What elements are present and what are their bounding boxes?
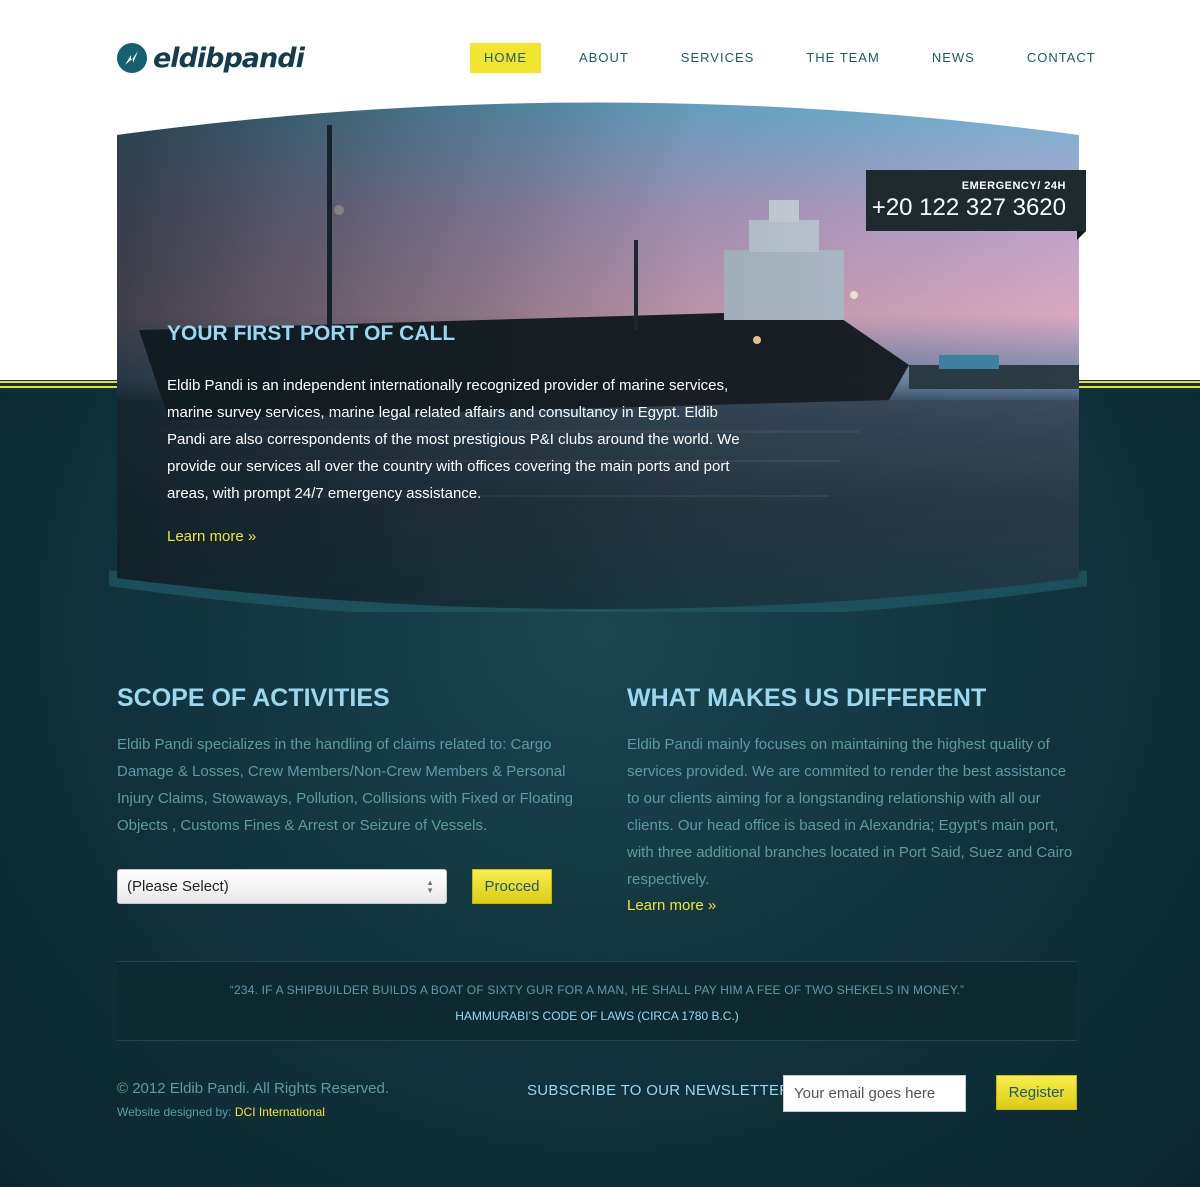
select-arrows-icon: ▲ ▼ [426,878,434,895]
nav-the-team[interactable]: THE TEAM [792,43,894,73]
emergency-contact[interactable]: EMERGENCY/ 24H +20 122 327 3620 [866,170,1086,231]
hero-title: YOUR FIRST PORT OF CALL [167,322,456,345]
different-text: Eldib Pandi mainly focuses on maintainin… [627,736,1073,888]
nav-news[interactable]: NEWS [918,43,989,73]
scope-text: Eldib Pandi specializes in the handling … [117,736,574,834]
designed-by-label: Website designed by: [117,1105,235,1119]
logo-icon [117,43,147,73]
main-nav: HOME ABOUT SERVICES THE TEAM NEWS CONTAC… [470,43,1110,73]
emergency-phone: +20 122 327 3620 [871,194,1066,221]
activity-select-value: (Please Select) [127,878,229,895]
emergency-label: EMERGENCY/ 24H [961,180,1066,192]
nav-contact[interactable]: CONTACT [1013,43,1110,73]
quote-box: “234. IF A SHIPBUILDER BUILDS A BOAT OF … [117,961,1077,1041]
activity-select[interactable]: (Please Select) ▲ ▼ [117,869,447,904]
copyright: © 2012 Eldib Pandi. All Rights Reserved. [117,1080,390,1097]
different-learn-more-link[interactable]: Learn more » [627,897,716,914]
newsletter-label: SUBSCRIBE TO OUR NEWSLETTER [527,1082,791,1099]
nav-about[interactable]: ABOUT [565,43,643,73]
nav-home[interactable]: HOME [470,43,541,73]
quote-text: “234. IF A SHIPBUILDER BUILDS A BOAT OF … [229,983,965,997]
logo[interactable]: eldibpandi [117,40,305,76]
designer-link[interactable]: DCI International [235,1105,325,1119]
hero-text: Eldib Pandi is an independent internatio… [167,377,740,502]
register-button[interactable]: Register [996,1075,1077,1110]
quote-author: HAMMURABI’S CODE OF LAWS (CIRCA 1780 B.C… [455,1009,739,1023]
hero-learn-more-link[interactable]: Learn more » [167,528,256,545]
nav-services[interactable]: SERVICES [667,43,769,73]
proceed-button[interactable]: Procced [472,869,552,904]
designed-by: Website designed by: DCI International [117,1105,325,1119]
logo-text: eldibpandi [153,42,305,74]
newsletter-email-input[interactable] [783,1075,966,1112]
emergency-fold [1077,231,1086,240]
scope-title: SCOPE OF ACTIVITIES [117,684,390,712]
different-title: WHAT MAKES US DIFFERENT [627,684,987,712]
